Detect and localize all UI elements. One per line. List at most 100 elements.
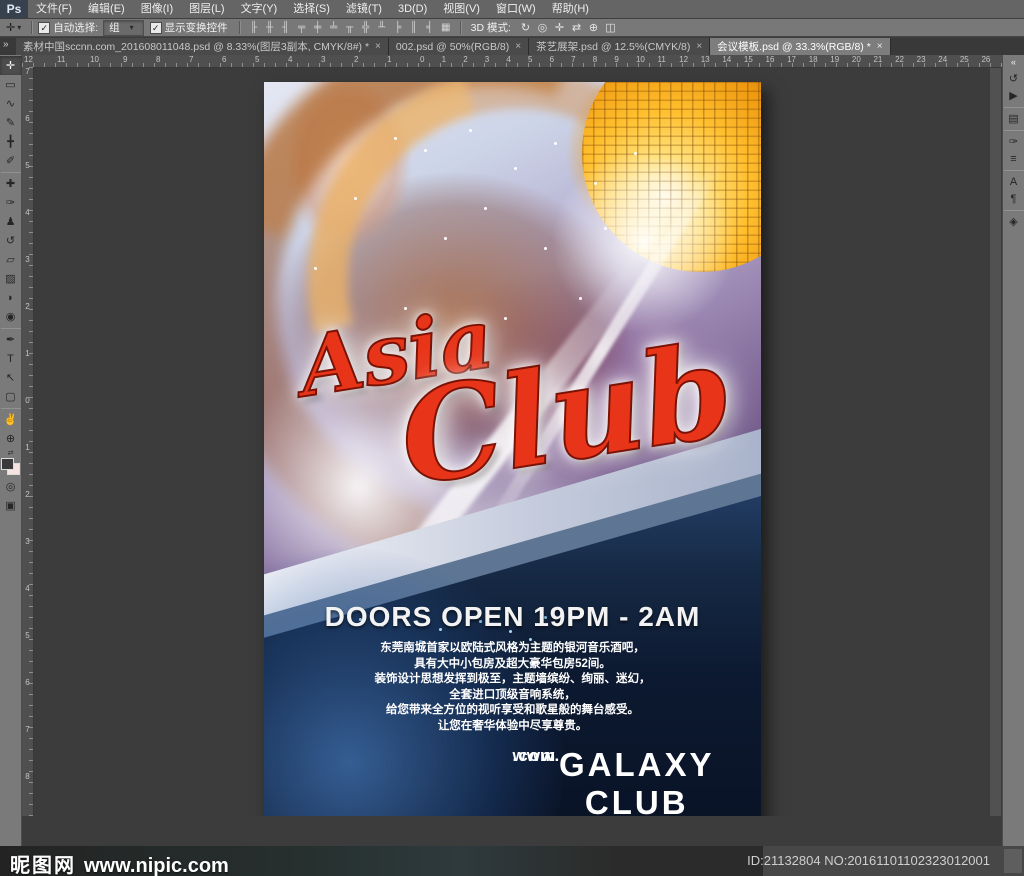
document-tab[interactable]: 会议模板.psd @ 33.3%(RGB/8) * × [710,38,891,55]
distribute-right-icon[interactable]: ╡ [422,20,438,36]
expand-dock-icon[interactable]: « [1011,57,1016,67]
brush-panel-icon[interactable]: ✑ [1003,130,1024,150]
vertical-ruler: 7 6 5 4 3 2 1 0 1 2 3 4 5 6 7 8 [22,67,34,816]
actions-panel-icon[interactable]: ▶ [1004,87,1024,104]
move-tool[interactable]: ✛ [0,56,22,75]
eraser-tool[interactable]: ▱ [1,250,21,269]
character-panel-icon[interactable]: A [1003,170,1024,190]
tab-title: 茶艺展架.psd @ 12.5%(CMYK/8) [536,41,691,53]
layer-comps-panel-icon[interactable]: ▤ [1003,107,1024,127]
ruler-number: 14 [722,55,732,64]
document-canvas[interactable]: Asia Club DOORS OPEN 19PM - 2AM 东莞南城首家以欧… [34,67,990,816]
3d-orbit-icon[interactable]: ↻ [517,21,534,34]
healing-brush-tool[interactable]: ✚ [0,172,21,193]
auto-align-icon[interactable]: ▦ [438,20,454,36]
close-icon[interactable]: × [515,41,521,52]
divider [459,21,461,34]
foreground-color-swatch[interactable] [1,458,14,470]
clone-stamp-tool[interactable]: ♟ [1,212,21,231]
3d-zoom-icon[interactable]: ⊕ [585,21,602,34]
ruler-number: 6 [222,55,227,64]
align-top-icon[interactable]: ╤ [294,20,310,36]
marquee-tool[interactable]: ▭ [1,75,21,94]
color-swatches[interactable] [1,458,20,475]
crop-tool[interactable]: ╋ [1,132,21,151]
ruler-number: 0 [420,55,425,64]
menu-item[interactable]: 文件(F) [28,0,80,18]
align-center-h-icon[interactable]: ╫ [262,20,278,36]
auto-select-checkbox[interactable]: ✓ [38,21,51,34]
quick-selection-tool[interactable]: ✎ [1,113,21,132]
menu-item[interactable]: 文字(Y) [233,0,286,18]
align-middle-icon[interactable]: ╪ [310,20,326,36]
path-selection-tool[interactable]: ↖ [1,368,21,387]
distribute-top-icon[interactable]: ╥ [342,20,358,36]
menu-item[interactable]: 3D(D) [390,0,435,18]
ruler-number: 12 [24,55,33,64]
paragraph-panel-icon[interactable]: ¶ [1004,190,1024,207]
brush-tool[interactable]: ✑ [1,193,21,212]
3d-panel-icon[interactable]: ◈ [1003,210,1024,230]
ruler-number: 2 [463,55,468,64]
3d-slide-icon[interactable]: ⇄ [568,21,585,34]
eyedropper-tool[interactable]: ✐ [1,151,21,170]
3d-roll-icon[interactable]: ◎ [534,21,551,34]
ruler-number: 16 [765,55,775,64]
gradient-tool[interactable]: ▨ [1,269,21,288]
smudge-tool[interactable]: ◗ [1,288,21,307]
lasso-tool[interactable]: ∿ [1,94,21,113]
menu-item[interactable]: 窗口(W) [488,0,544,18]
auto-select-dropdown[interactable]: 组 ▾ [103,19,144,36]
menu-item[interactable]: 视图(V) [435,0,488,18]
ruler-number: 5 [527,55,533,64]
menu-item[interactable]: 选择(S) [285,0,338,18]
tool-presets-panel-icon[interactable]: ≡ [1004,150,1024,167]
show-transform-checkbox[interactable]: ✓ [149,21,162,34]
show-transform-label: 显示变换控件 [164,22,228,34]
menu-item[interactable]: 帮助(H) [544,0,597,18]
history-panel-icon[interactable]: ↺ [1004,70,1024,87]
menu-item[interactable]: 编辑(E) [80,0,133,18]
document-tab[interactable]: 茶艺展架.psd @ 12.5%(CMYK/8) × [529,38,711,55]
close-icon[interactable]: × [877,41,883,52]
ruler-number: 10 [635,55,645,64]
distribute-bottom-icon[interactable]: ╨ [374,20,390,36]
ps-logo: Ps [0,0,28,18]
align-right-icon[interactable]: ╢ [278,20,294,36]
align-bottom-icon[interactable]: ╧ [326,20,342,36]
tool-bar: ✛ ▭ ∿ ✎ ╋ ✐ ✚ ✑ ♟ ↺ ▱ ▨ ◗ ◉ ✒ T ↖ ▢ ✌ ⊕ ⇄ ◎ ▣ [0,55,22,846]
move-tool-icon[interactable]: ✛ [6,21,15,34]
distribute-left-icon[interactable]: ╞ [390,20,406,36]
3d-pan-icon[interactable]: ✛ [551,21,568,34]
close-icon[interactable]: × [375,41,381,52]
doors-open-text: DOORS OPEN 19PM - 2AM [324,601,701,632]
menu-item[interactable]: 图像(I) [133,0,181,18]
document-tab[interactable]: 素材中国sccnn.com_201608011048.psd @ 8.33%(图… [16,38,389,55]
align-left-icon[interactable]: ╟ [246,20,262,36]
document-tab[interactable]: 002.psd @ 50%(RGB/8) × [388,38,530,55]
poster-document[interactable]: Asia Club DOORS OPEN 19PM - 2AM 东莞南城首家以欧… [264,82,761,816]
close-icon[interactable]: × [696,41,702,52]
dodge-tool[interactable]: ◉ [1,307,21,326]
3d-camera-icon[interactable]: ◫ [602,21,619,34]
tab-title: 会议模板.psd @ 33.3%(RGB/8) * [717,41,871,53]
zoom-tool[interactable]: ⊕ [1,429,21,448]
distribute-middle-icon[interactable]: ╬ [358,20,374,36]
quick-mask-button[interactable]: ◎ [1,477,21,496]
tab-overflow-icon[interactable]: » [3,39,9,50]
screen-mode-button[interactable]: ▣ [1,496,21,515]
menu-item[interactable]: 滤镜(T) [338,0,390,18]
chevron-down-icon[interactable]: ▾ [17,23,21,32]
watermark-logo: 昵图网 [10,855,76,876]
distribute-center-icon[interactable]: ║ [406,20,422,36]
vertical-scrollbar[interactable] [990,67,1001,816]
ruler-number: 3 [25,537,30,546]
hand-tool[interactable]: ✌ [0,408,21,429]
shape-tool[interactable]: ▢ [1,387,21,406]
scrollbar-corner [1004,849,1022,873]
type-tool[interactable]: T [1,349,21,368]
pen-tool[interactable]: ✒ [0,328,21,349]
swap-colors-icon[interactable]: ⇄ [8,450,14,457]
menu-item[interactable]: 图层(L) [181,0,232,18]
history-brush-tool[interactable]: ↺ [1,231,21,250]
